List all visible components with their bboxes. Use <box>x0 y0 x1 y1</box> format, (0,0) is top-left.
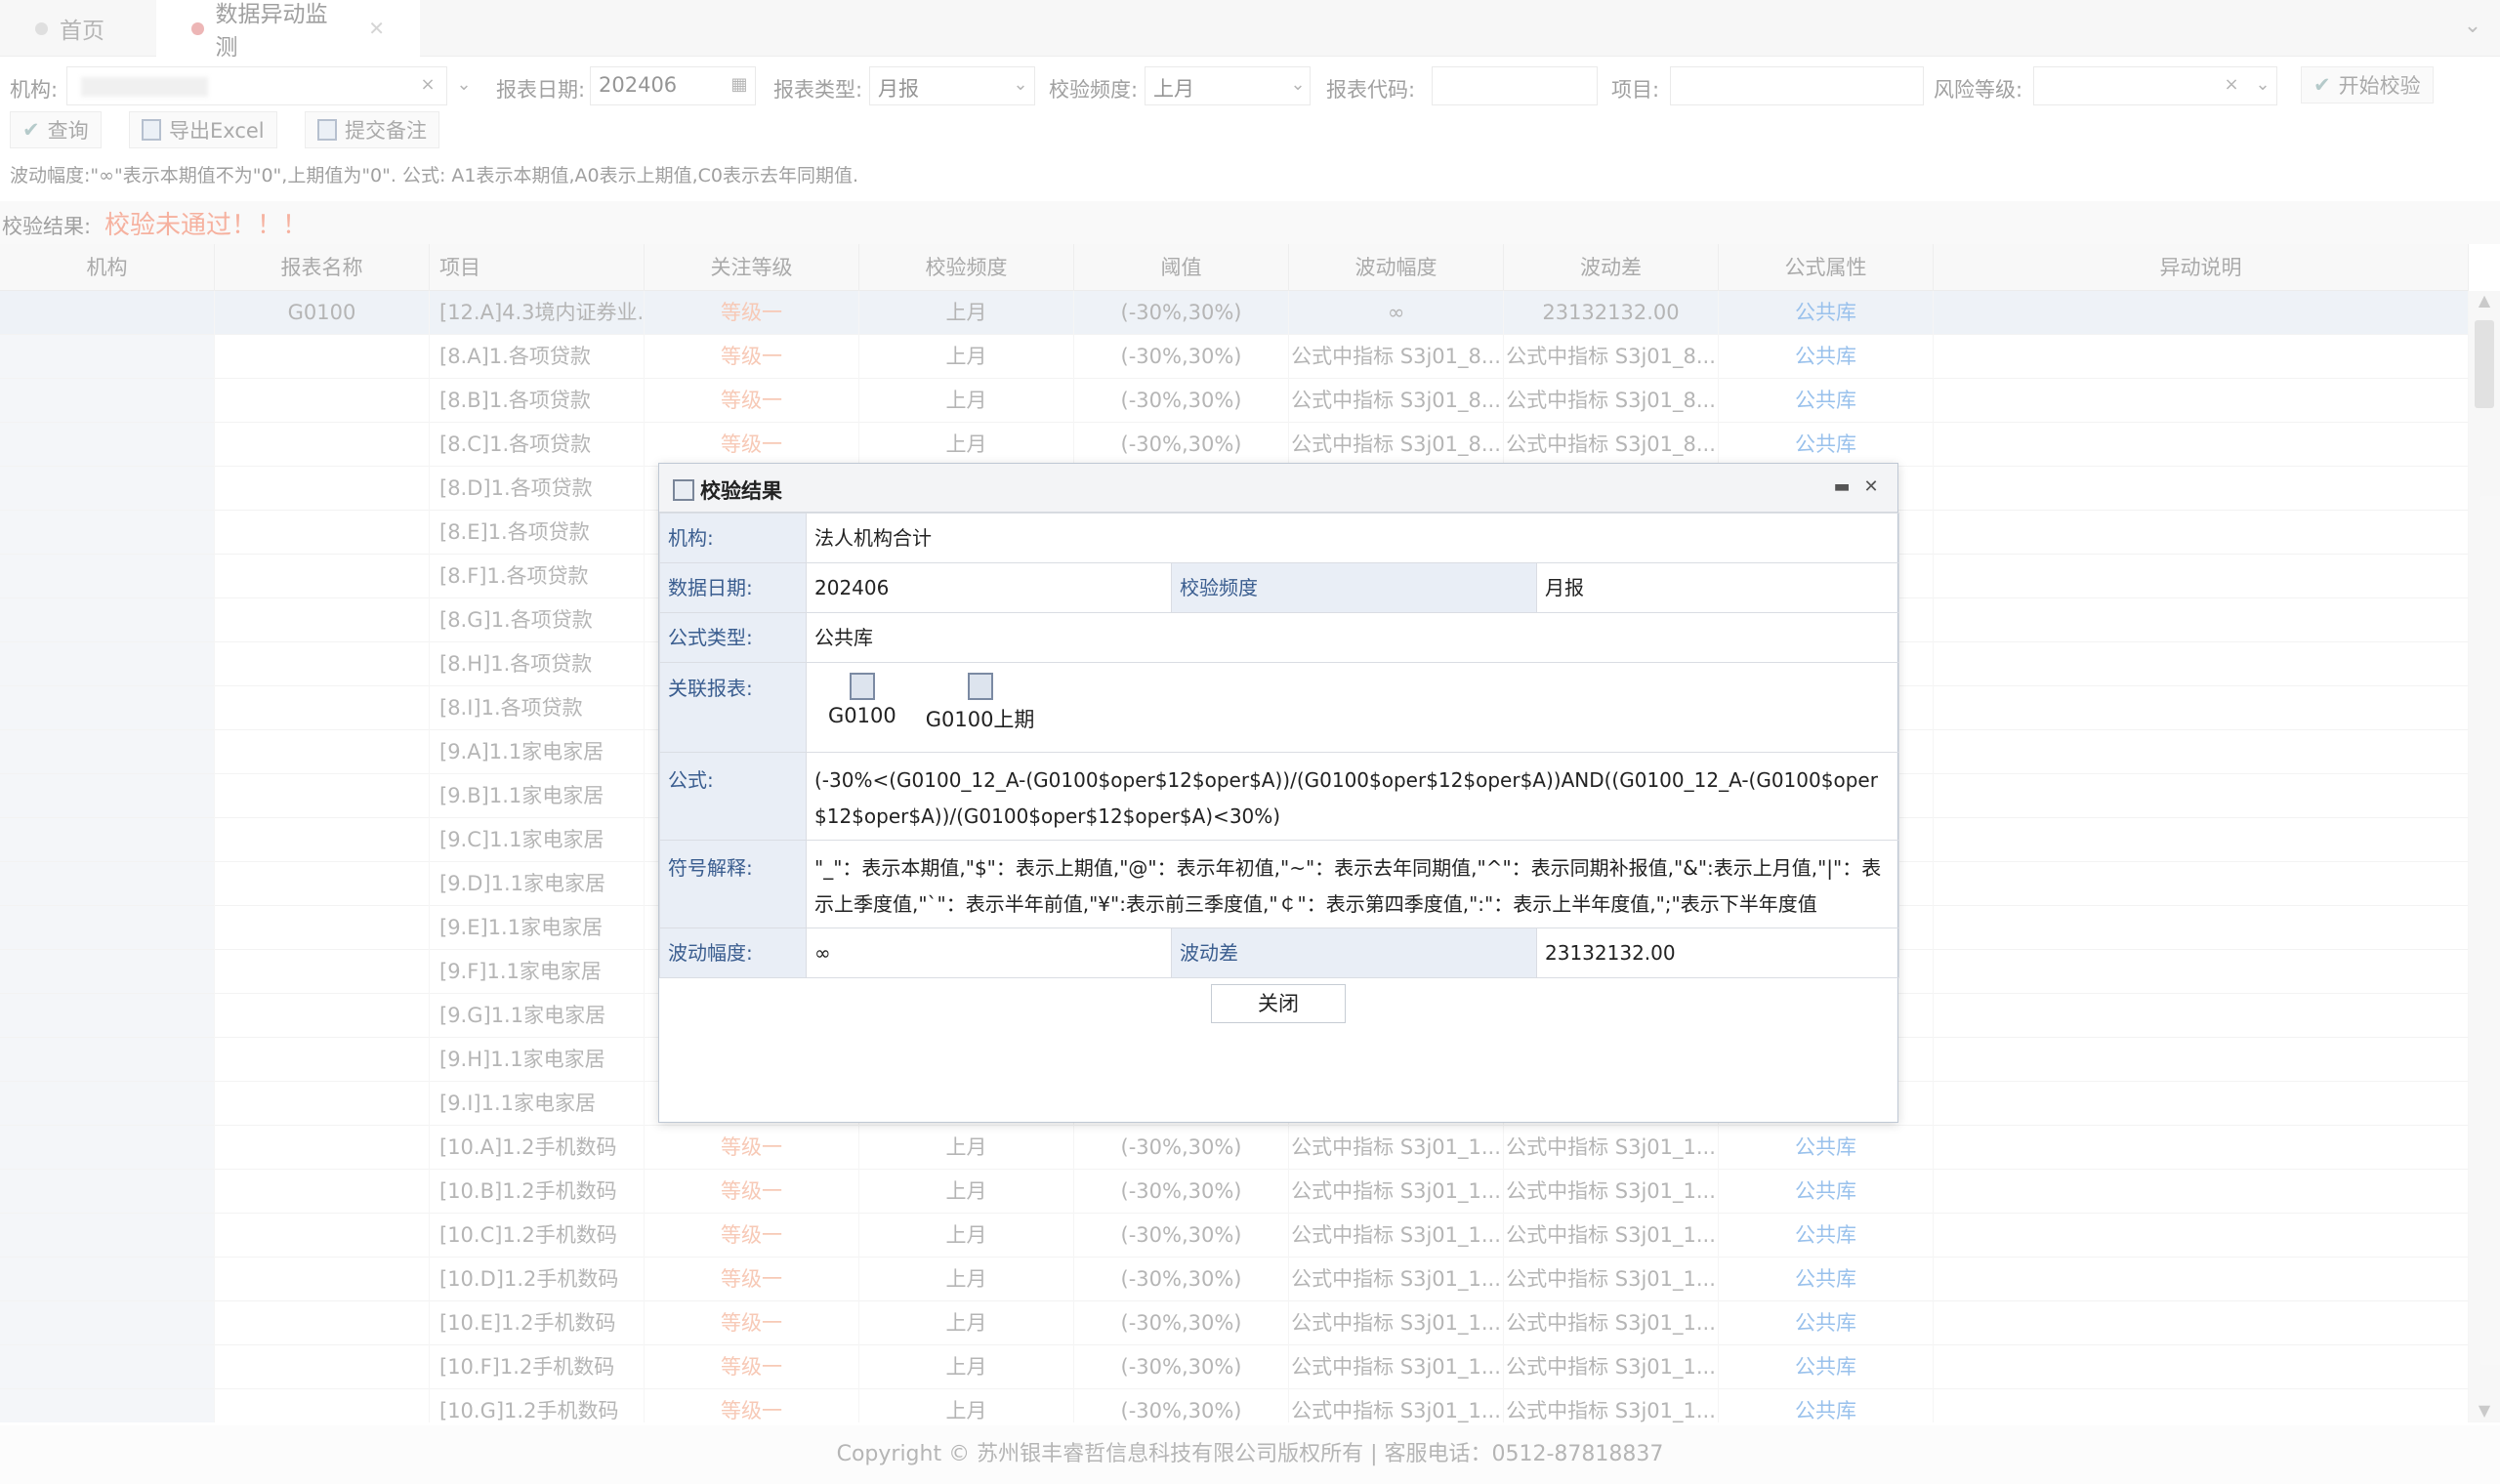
formula-value: (-30%<(G0100_12_A-(G0100$oper$12$oper$A)… <box>806 752 1899 841</box>
excel-icon <box>849 673 875 700</box>
dialog-header: 校验结果 ▬ ✕ <box>659 464 1897 513</box>
org-value: 法人机构合计 <box>806 513 1899 563</box>
amplitude-label: 波动幅度: <box>659 928 807 978</box>
amplitude-value: ∞ <box>806 928 1172 978</box>
frequency-value: 月报 <box>1536 562 1899 613</box>
frequency-label: 校验频度 <box>1171 562 1537 613</box>
report-link-g0100[interactable]: G0100 <box>828 673 896 733</box>
symbol-explanation: "_"：表示本期值,"$"：表示上期值,"@"：表示年初值,"~"：表示去年同期… <box>806 840 1899 928</box>
dialog-title-text: 校验结果 <box>700 479 782 503</box>
close-icon[interactable]: ✕ <box>1860 476 1882 498</box>
formula-type-value: 公共库 <box>806 612 1899 663</box>
date-label: 数据日期: <box>659 562 807 613</box>
report-link-g0100-previous[interactable]: G0100上期 <box>925 673 1035 733</box>
minimize-icon[interactable]: ▬ <box>1831 476 1853 498</box>
dialog-detail-table: 机构: 法人机构合计 数据日期: 202406 校验频度 月报 公式类型: 公共… <box>659 513 1899 978</box>
excel-icon <box>967 673 993 700</box>
linked-reports-label: 关联报表: <box>659 662 807 753</box>
difference-value: 23132132.00 <box>1536 928 1899 978</box>
report-name: G0100上期 <box>925 708 1035 731</box>
linked-reports: G0100 G0100上期 <box>806 662 1899 753</box>
dialog-title: 校验结果 <box>673 475 782 505</box>
difference-label: 波动差 <box>1171 928 1537 978</box>
report-name: G0100 <box>828 704 896 727</box>
symbol-label: 符号解释: <box>659 840 807 928</box>
close-button[interactable]: 关闭 <box>1211 984 1346 1023</box>
formula-type-label: 公式类型: <box>659 612 807 663</box>
dialog-icon <box>673 479 694 501</box>
check-result-dialog: 校验结果 ▬ ✕ 机构: 法人机构合计 数据日期: 202406 校验频度 月报… <box>658 463 1899 1123</box>
org-label: 机构: <box>659 513 807 563</box>
date-value: 202406 <box>806 562 1172 613</box>
formula-label: 公式: <box>659 752 807 841</box>
